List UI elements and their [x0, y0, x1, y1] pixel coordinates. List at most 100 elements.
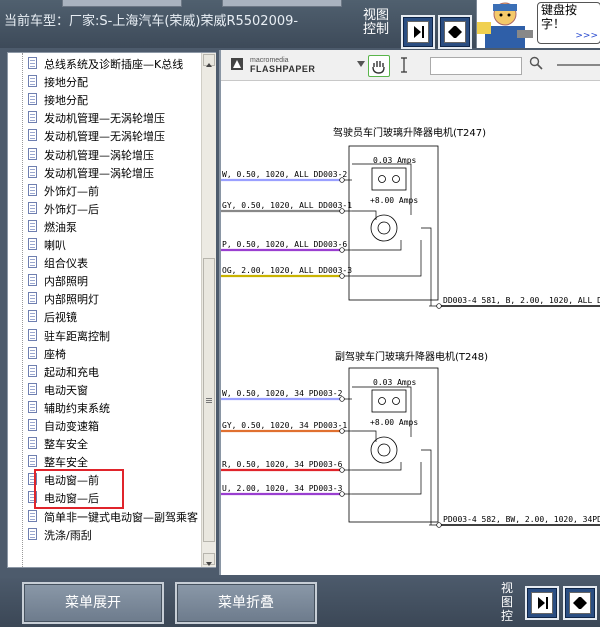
diagram1-motor-core	[377, 221, 391, 235]
hint-more-link[interactable]: >>>	[538, 31, 600, 41]
tree-item[interactable]: 总线系统及诊断插座—K总线	[8, 55, 200, 73]
tree-item-label: 接地分配	[44, 76, 88, 90]
text-cursor-icon	[401, 57, 407, 73]
diagram2-wire-label: R, 0.50, 1020, 34 PD003-6	[222, 460, 343, 469]
diagram2-contact-b	[392, 397, 400, 405]
diagram1-internal-wiring	[352, 163, 432, 306]
next-view-button[interactable]	[401, 15, 435, 49]
tree-item-label: 外饰灯—前	[44, 184, 99, 198]
brand-flashpaper: FLASHPAPER	[250, 64, 316, 74]
tree-item[interactable]: 发动机管理—涡轮增压	[8, 146, 200, 164]
diagram1-wire-label: W, 0.50, 1020, ALL DD003-2	[222, 170, 347, 179]
diagram2-title: 副驾驶车门玻璃升降器电机(T248)	[335, 350, 488, 363]
find-button[interactable]	[529, 56, 543, 73]
diagram1-title: 驾驶员车门玻璃升降器电机(T247)	[333, 126, 486, 139]
diagram2-contact-a	[378, 397, 386, 405]
tree-item[interactable]: 燃油泵	[8, 218, 200, 236]
view-control-bottom-line-3: 控	[501, 609, 514, 623]
tree-item-label: 发动机管理—涡轮增压	[44, 148, 154, 162]
tree-item-label: 组合仪表	[44, 257, 88, 271]
scroll-thumb[interactable]	[203, 258, 215, 542]
scroll-up-arrow[interactable]	[203, 54, 215, 67]
fit-view-bottom-inner	[569, 592, 591, 614]
expand-horizontal-icon	[448, 26, 462, 38]
hand-icon	[372, 61, 385, 74]
tree-item[interactable]: 后视镜	[8, 308, 200, 326]
diagram1-wires: W, 0.50, 1020, ALL DD003-2 GY, 0.50, 1020…	[221, 170, 352, 279]
fit-view-button-bottom[interactable]	[563, 586, 597, 620]
tree-item-label: 燃油泵	[44, 220, 77, 234]
hand-tool-button[interactable]	[368, 55, 390, 77]
fit-view-button[interactable]	[438, 15, 472, 49]
tree-item[interactable]: 洗涤/雨刮	[8, 526, 200, 544]
diagram1-output-pin	[436, 303, 442, 309]
diagram2-wire-label: U, 2.00, 1020, 34 PD003-3	[222, 484, 343, 493]
document-icon	[28, 292, 37, 305]
tree-item[interactable]: 座椅	[8, 345, 200, 363]
tree-item[interactable]: 电动天窗	[8, 381, 200, 399]
document-icon	[28, 437, 37, 450]
top-tab-1[interactable]	[62, 0, 182, 7]
tree-item[interactable]: 喇叭	[8, 236, 200, 254]
tree-item[interactable]: 发动机管理—无涡轮增压	[8, 127, 200, 145]
tree-item-label: 喇叭	[44, 239, 66, 252]
macromedia-logo-icon	[231, 58, 243, 70]
tree-item-label: 发动机管理—无涡轮增压	[44, 112, 165, 126]
diagram2-internal-wiring	[352, 386, 432, 525]
document-icon	[28, 346, 37, 359]
tree-item[interactable]: 自动变速箱	[8, 417, 200, 435]
view-control-label-bottom: 视 图 控	[501, 581, 513, 623]
top-tab-2[interactable]	[222, 0, 342, 7]
tree-item-label: 内部照明灯	[44, 293, 99, 307]
tree-item[interactable]: 发动机管理—涡轮增压	[8, 164, 200, 182]
tree-item[interactable]: 驻车距离控制	[8, 327, 200, 345]
tree-item[interactable]: 内部照明灯	[8, 290, 200, 308]
diagram2-wires: W, 0.50, 1020, 34 PD003-2 GY, 0.50, 1020,…	[221, 389, 352, 497]
tree-item-label: 简单非一键式电动窗—副驾乘客	[44, 510, 198, 524]
tree-item[interactable]: 简单非一键式电动窗—副驾乘客	[8, 508, 200, 526]
top-tab-strip	[0, 0, 360, 7]
tree-item[interactable]: 发动机管理—无涡轮增压	[8, 109, 200, 127]
tree-scrollbar[interactable]	[201, 53, 216, 567]
diagram1-box	[348, 145, 439, 301]
tree-item[interactable]: 接地分配	[8, 73, 200, 91]
text-select-tool-button[interactable]	[399, 57, 409, 77]
view-control-bottom-line-2: 图	[501, 595, 514, 609]
tree-item[interactable]: 整车安全	[8, 435, 200, 453]
document-icon	[28, 509, 37, 522]
diagram1-amps-top: 0.03 Amps	[373, 156, 417, 165]
tree-item[interactable]: 外饰灯—后	[8, 200, 200, 218]
tree-item-label: 洗涤/雨刮	[44, 528, 92, 542]
zoom-slider[interactable]	[557, 64, 600, 66]
expand-menu-button[interactable]: 菜单展开	[22, 582, 164, 624]
scroll-down-arrow[interactable]	[203, 553, 215, 566]
tree-item[interactable]: 辅助约束系统	[8, 399, 200, 417]
next-view-button-bottom[interactable]	[525, 586, 559, 620]
view-control-line-1: 视图	[363, 8, 390, 23]
selection-highlight-box	[34, 469, 124, 509]
diagram2-wire-label: GY, 0.50, 1020, 34 PD003-1	[222, 421, 347, 430]
dropdown-triangle-icon[interactable]	[357, 60, 365, 68]
tree-item[interactable]: 组合仪表	[8, 254, 200, 272]
diagram1-contact-a	[378, 175, 386, 183]
diagram2-motor	[370, 436, 398, 464]
diagram1-contact-b	[392, 175, 400, 183]
tree-item[interactable]: 内部照明	[8, 272, 200, 290]
document-icon	[28, 57, 37, 69]
tree-item[interactable]: 接地分配	[8, 91, 200, 109]
document-icon	[28, 400, 37, 413]
document-icon	[28, 183, 37, 196]
triangle-down-icon	[206, 562, 212, 566]
tree-item[interactable]: 外饰灯—前	[8, 182, 200, 200]
collapse-menu-button[interactable]: 菜单折叠	[175, 582, 317, 624]
tree-item-label: 总线系统及诊断插座—K总线	[44, 58, 184, 71]
tree-item-label: 座椅	[44, 347, 66, 361]
tree-item-label: 后视镜	[44, 311, 77, 325]
find-text-input[interactable]	[430, 57, 522, 75]
top-header-bar: 当前车型：厂家:S-上海汽车(荣威)荣威R5502009- 视图 控制 键盘按 …	[0, 0, 600, 49]
view-control-line-2: 控制	[363, 22, 390, 37]
tree-item[interactable]: 起动和充电	[8, 363, 200, 381]
diagram1-wire-label: GY, 0.50, 1020, ALL DD003-1	[222, 201, 352, 210]
diagram2-output-label: PD003-4 582, BW, 2.00, 1020, 34PDO0	[443, 515, 600, 524]
tree-item-label: 发动机管理—涡轮增压	[44, 166, 154, 180]
